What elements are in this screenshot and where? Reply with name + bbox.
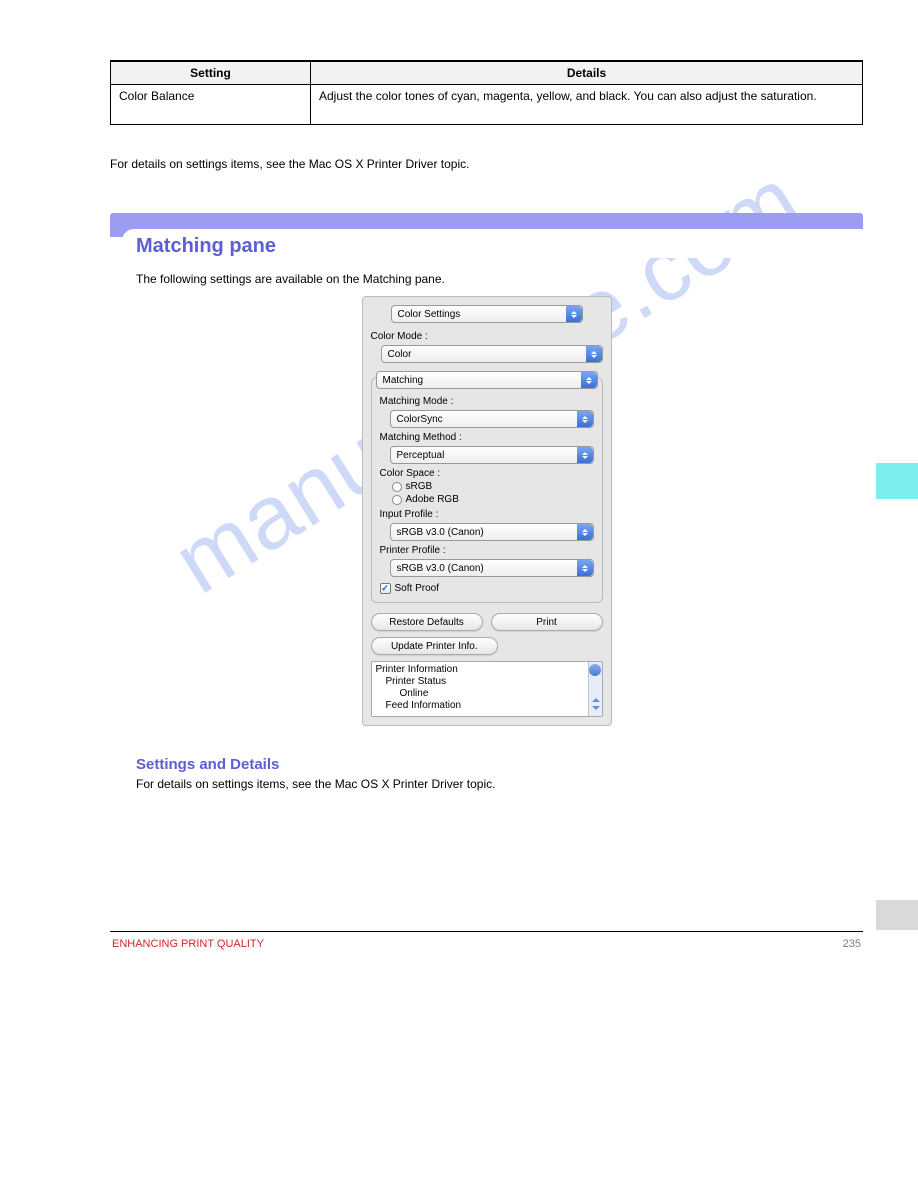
input-profile-label: Input Profile : <box>380 509 594 520</box>
matching-method-value: Perceptual <box>397 450 445 461</box>
matching-mode-select[interactable]: ColorSync <box>390 410 594 428</box>
footer-right: 235 <box>843 938 861 950</box>
info-line: Printer Status <box>386 676 598 688</box>
table-row: Adjust the color tones of cyan, magenta,… <box>311 85 863 125</box>
print-button[interactable]: Print <box>491 613 603 631</box>
table-row: Color Balance <box>111 85 311 125</box>
info-line: Online <box>400 688 598 700</box>
info-line: Feed Information <box>386 700 598 712</box>
color-mode-value: Color <box>388 349 412 360</box>
radio-icon <box>392 482 402 492</box>
printer-profile-select[interactable]: sRGB v3.0 (Canon) <box>390 559 594 577</box>
side-tab-gray <box>876 900 918 930</box>
scrollbar[interactable] <box>588 662 602 716</box>
panel-select[interactable]: Color Settings <box>391 305 583 323</box>
mac-dialog: Color Settings Color Mode : Color Matchi… <box>362 296 612 726</box>
settings-details-title: Settings and Details <box>136 756 863 773</box>
update-printer-info-button[interactable]: Update Printer Info. <box>371 637 499 655</box>
table-header-details: Details <box>311 62 863 85</box>
chevron-updown-icon <box>581 372 597 388</box>
radio-adobergb[interactable]: Adobe RGB <box>392 494 594 505</box>
printer-profile-value: sRGB v3.0 (Canon) <box>397 563 484 574</box>
settings-details-desc: For details on settings items, see the M… <box>136 777 863 791</box>
matching-method-label: Matching Method : <box>380 432 594 443</box>
chevron-updown-icon <box>577 560 593 576</box>
matching-mode-value: ColorSync <box>397 414 443 425</box>
heading-title: Matching pane <box>136 235 853 258</box>
checkbox-icon <box>380 583 391 594</box>
panel-select-label: Color Settings <box>398 309 461 320</box>
bottom-rule <box>110 931 863 932</box>
input-profile-value: sRGB v3.0 (Canon) <box>397 527 484 538</box>
chevron-updown-icon <box>566 306 582 322</box>
color-mode-label: Color Mode : <box>371 331 603 342</box>
note-text: For details on settings items, see the M… <box>110 155 863 173</box>
printer-profile-label: Printer Profile : <box>380 545 594 556</box>
chevron-updown-icon <box>577 524 593 540</box>
settings-table: Setting Details Color Balance Adjust the… <box>110 61 863 125</box>
radio-label: Adobe RGB <box>406 494 459 505</box>
page-footer: ENHANCING PRINT QUALITY 235 <box>110 938 863 950</box>
matching-method-select[interactable]: Perceptual <box>390 446 594 464</box>
radio-icon <box>392 495 402 505</box>
color-space-label: Color Space : <box>380 468 594 479</box>
radio-label: sRGB <box>406 481 433 492</box>
tab-label: Matching <box>383 375 424 386</box>
tab-select[interactable]: Matching <box>376 371 598 389</box>
matching-mode-label: Matching Mode : <box>380 396 594 407</box>
matching-fieldset: Matching Matching Mode : ColorSync Match… <box>371 377 603 603</box>
side-tab-cyan <box>876 463 918 499</box>
soft-proof-label: Soft Proof <box>395 583 439 594</box>
table-header-setting: Setting <box>111 62 311 85</box>
heading-sub: The following settings are available on … <box>136 272 863 286</box>
soft-proof-checkbox[interactable]: Soft Proof <box>380 583 594 594</box>
chevron-updown-icon <box>577 411 593 427</box>
printer-info-box[interactable]: Printer Information Printer Status Onlin… <box>371 661 603 717</box>
footer-left: ENHANCING PRINT QUALITY <box>112 938 264 950</box>
input-profile-select[interactable]: sRGB v3.0 (Canon) <box>390 523 594 541</box>
restore-defaults-button[interactable]: Restore Defaults <box>371 613 483 631</box>
chevron-updown-icon <box>586 346 602 362</box>
color-mode-select[interactable]: Color <box>381 345 603 363</box>
info-line: Printer Information <box>376 664 598 676</box>
chevron-updown-icon <box>577 447 593 463</box>
scroll-thumb[interactable] <box>589 664 601 676</box>
radio-srgb[interactable]: sRGB <box>392 481 594 492</box>
